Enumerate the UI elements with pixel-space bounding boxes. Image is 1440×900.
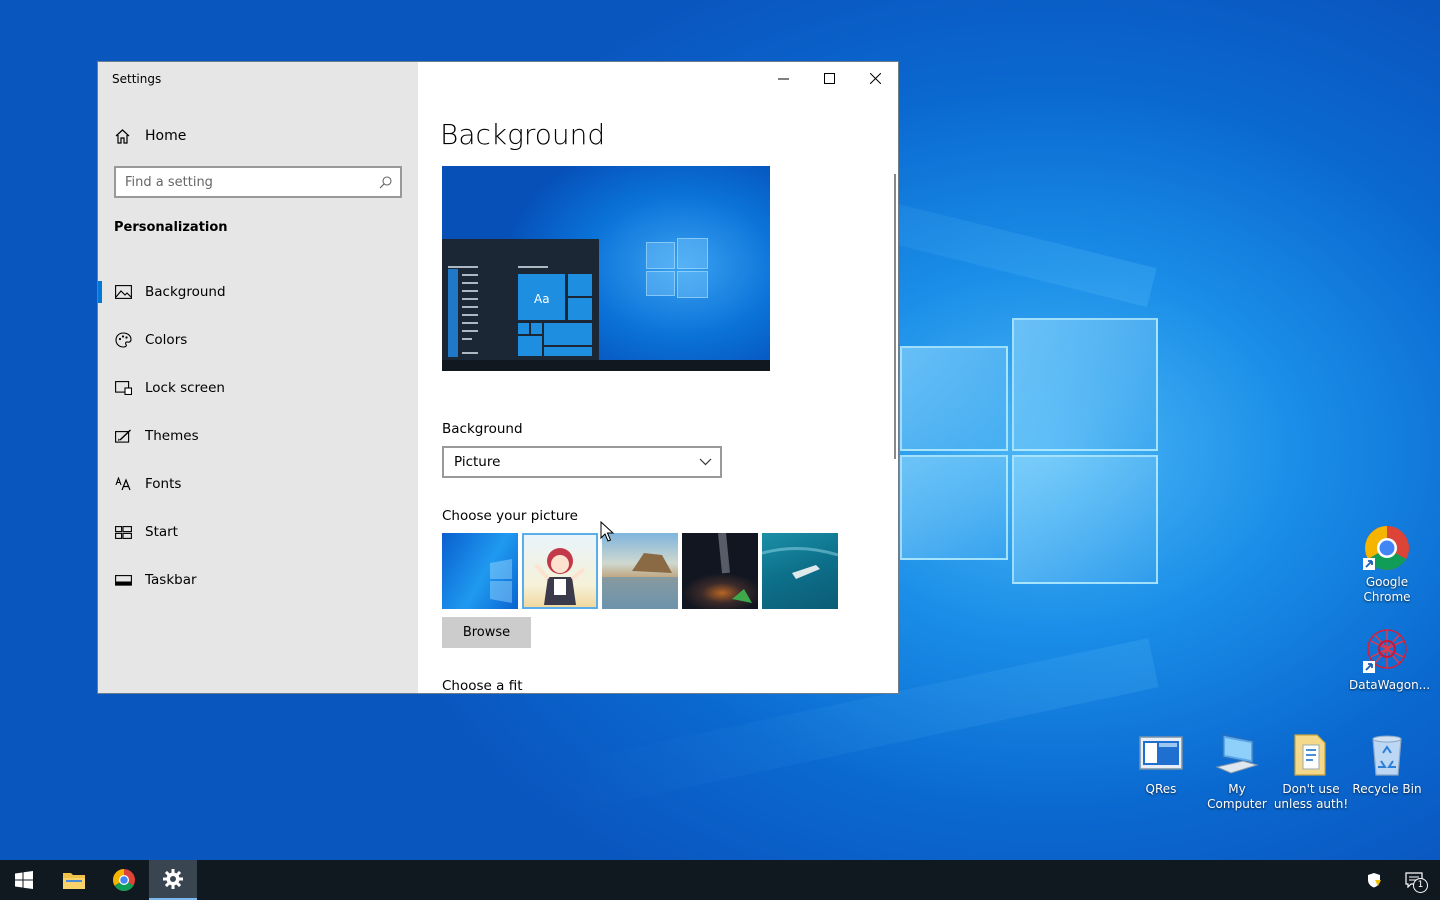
sidebar-item-start[interactable]: Start	[98, 508, 418, 556]
search-input[interactable]	[116, 168, 374, 196]
desktop-icon-label: QRes	[1145, 782, 1177, 796]
desktop-icon-my-computer[interactable]: My Computer	[1199, 731, 1275, 812]
sidebar-item-label: Background	[145, 284, 226, 300]
shield-icon	[1368, 873, 1381, 888]
picture-thumbnail[interactable]	[442, 533, 518, 609]
themes-icon	[114, 427, 132, 445]
picture-icon	[114, 283, 132, 301]
start-button[interactable]	[0, 860, 48, 900]
home-icon	[115, 128, 130, 144]
picture-thumbnail[interactable]	[602, 533, 678, 609]
sidebar-home[interactable]: Home	[114, 126, 186, 146]
notification-count-badge: 1	[1413, 878, 1428, 893]
dropdown-value: Picture	[454, 454, 501, 470]
windows-logo-wallpaper	[900, 318, 1158, 584]
picture-thumbnail-selected[interactable]	[522, 533, 598, 609]
sidebar-item-colors[interactable]: Colors	[98, 316, 418, 364]
settings-window: Settings Home Personalization Bac	[97, 61, 899, 694]
preview-taskbar	[442, 360, 770, 371]
chrome-icon	[1363, 524, 1411, 572]
choose-picture-label: Choose your picture	[442, 508, 578, 524]
background-type-label: Background	[442, 421, 523, 437]
desktop-icon-label: My Computer	[1207, 782, 1267, 811]
sidebar-item-label: Fonts	[145, 476, 182, 492]
search-box[interactable]	[114, 166, 402, 198]
recycle-bin-icon	[1363, 731, 1411, 779]
sidebar-item-fonts[interactable]: Fonts	[98, 460, 418, 508]
minimize-icon	[777, 78, 789, 79]
scrollbar[interactable]	[894, 174, 896, 459]
desktop-icon-dont-use[interactable]: Don't use unless auth!	[1273, 731, 1349, 812]
sidebar-nav: Background Colors Lock screen Themes Fon…	[98, 268, 418, 604]
search-icon[interactable]	[374, 171, 396, 193]
page-title: Background	[440, 118, 606, 151]
mouse-cursor-icon	[600, 521, 614, 542]
qres-icon	[1137, 731, 1185, 779]
preview-windows-logo	[646, 238, 708, 298]
taskbar-icon	[114, 571, 132, 589]
content-pane: Background Aa Background Picture Choose …	[418, 62, 898, 693]
folder-icon	[63, 873, 85, 889]
picture-thumbnail[interactable]	[682, 533, 758, 609]
sidebar-item-themes[interactable]: Themes	[98, 412, 418, 460]
start-icon	[114, 523, 132, 541]
taskbar-settings[interactable]	[149, 860, 197, 900]
sidebar-item-lock-screen[interactable]: Lock screen	[98, 364, 418, 412]
desktop-icon-label: Recycle Bin	[1352, 782, 1422, 796]
desktop-icon-qres[interactable]: QRes	[1123, 731, 1199, 797]
close-icon	[869, 72, 881, 84]
sidebar-item-label: Themes	[145, 428, 199, 444]
sidebar-item-label: Lock screen	[145, 380, 225, 396]
tray-security[interactable]	[1352, 860, 1396, 900]
window-title: Settings	[112, 72, 162, 86]
preview-start-menu: Aa	[442, 239, 599, 360]
sidebar: Settings Home Personalization Bac	[98, 62, 418, 693]
chevron-down-icon	[699, 458, 712, 466]
taskbar-chrome[interactable]	[100, 860, 148, 900]
taskbar-file-explorer[interactable]	[50, 860, 98, 900]
sidebar-home-label: Home	[145, 128, 187, 144]
sidebar-item-taskbar[interactable]: Taskbar	[98, 556, 418, 604]
tray-notifications[interactable]: 1	[1392, 860, 1436, 900]
sidebar-item-label: Taskbar	[145, 572, 197, 588]
gear-icon	[163, 869, 183, 889]
choose-fit-label: Choose a fit	[442, 678, 523, 694]
folder-document-icon	[1287, 731, 1335, 779]
maximize-button[interactable]	[806, 62, 852, 94]
desktop-icon-google-chrome[interactable]: Google Chrome	[1349, 524, 1425, 605]
sidebar-item-label: Start	[145, 524, 178, 540]
windows-start-icon	[15, 871, 33, 889]
datawagon-icon	[1363, 627, 1411, 675]
preview-tile-text: Aa	[534, 292, 550, 306]
picture-thumbnail[interactable]	[762, 533, 838, 609]
section-label: Personalization	[114, 220, 228, 235]
desktop-icon-label: Google Chrome	[1363, 575, 1411, 604]
computer-icon	[1213, 731, 1261, 779]
window-controls	[760, 62, 898, 94]
maximize-icon	[823, 72, 835, 84]
sidebar-item-background[interactable]: Background	[98, 268, 418, 316]
minimize-button[interactable]	[760, 62, 806, 94]
close-button[interactable]	[852, 62, 898, 94]
browse-button[interactable]: Browse	[442, 617, 531, 648]
fonts-icon	[114, 475, 132, 493]
desktop-icon-datawagon[interactable]: DataWagon...	[1349, 627, 1430, 693]
taskbar: 1	[0, 860, 1440, 900]
chrome-icon	[113, 869, 135, 891]
lock-screen-icon	[114, 379, 132, 397]
desktop-icon-recycle-bin[interactable]: Recycle Bin	[1349, 731, 1425, 797]
picture-thumbnails	[442, 533, 838, 609]
desktop-icon-label: Don't use unless auth!	[1273, 782, 1349, 811]
background-type-dropdown[interactable]: Picture	[442, 446, 722, 478]
palette-icon	[114, 331, 132, 349]
sidebar-item-label: Colors	[145, 332, 188, 348]
background-preview: Aa	[442, 166, 770, 371]
desktop-icon-label: DataWagon...	[1349, 678, 1431, 692]
